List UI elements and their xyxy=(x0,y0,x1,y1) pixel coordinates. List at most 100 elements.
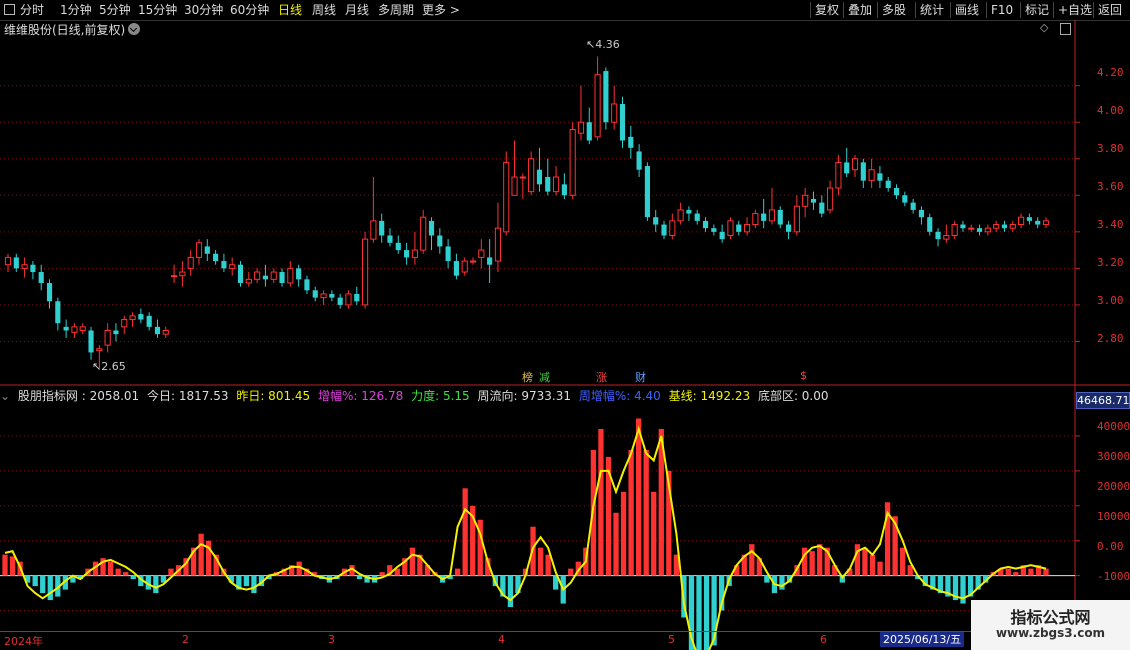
signal-line xyxy=(4,425,1047,650)
indicator-axis-tick: -10000 xyxy=(1097,570,1130,583)
indicator-axis-tick: 30000 xyxy=(1097,450,1130,463)
panel-toggle-icon[interactable] xyxy=(1060,23,1071,35)
indicator-bar xyxy=(900,547,906,576)
tab-fenshi[interactable]: 分时 xyxy=(20,2,44,18)
indicator-bar xyxy=(794,565,800,576)
watermark-title: 指标公式网 xyxy=(1010,608,1091,627)
candle-body xyxy=(428,220,435,236)
indicator-bar xyxy=(990,572,996,576)
indicator-bar xyxy=(590,449,597,576)
indicator-bar xyxy=(553,575,559,590)
date-axis-label: 2024年 xyxy=(4,635,43,648)
indicator-bar xyxy=(537,547,544,576)
event-tag-dollar[interactable]: $ xyxy=(800,369,807,382)
candle-body xyxy=(254,271,261,280)
candle-body xyxy=(893,187,900,196)
candle-body xyxy=(71,326,78,333)
tab-60min[interactable]: 60分钟 xyxy=(230,2,269,18)
add-watchlist-button[interactable]: +自选 xyxy=(1053,2,1096,18)
candle-body xyxy=(478,249,485,258)
overlay-button[interactable]: 叠加 xyxy=(843,2,876,18)
tab-weekly[interactable]: 周线 xyxy=(312,2,336,18)
chevron-down-icon[interactable]: ⌄ xyxy=(0,389,10,403)
indicator-bar xyxy=(349,565,355,576)
draw-line-button[interactable]: 画线 xyxy=(950,2,983,18)
indicator-bar xyxy=(266,575,272,580)
indicator-bar xyxy=(568,568,574,576)
stats-button[interactable]: 统计 xyxy=(915,2,948,18)
event-tag-zhang[interactable]: 涨 xyxy=(596,369,607,385)
f10-button[interactable]: F10 xyxy=(986,2,1017,18)
indicator-bar xyxy=(854,544,861,576)
candle-body xyxy=(287,267,294,284)
candle-body xyxy=(296,268,302,280)
indicator-bar xyxy=(432,572,438,576)
back-button[interactable]: 返回 xyxy=(1093,2,1126,18)
indicator-axis-tick: 40000 xyxy=(1097,420,1130,433)
candle-body xyxy=(786,224,792,232)
indicator-bar xyxy=(658,428,664,576)
tab-15min[interactable]: 15分钟 xyxy=(138,2,177,18)
indicator-bar xyxy=(605,456,612,576)
event-tag-cai[interactable]: 财 xyxy=(635,369,646,385)
indicator-bar xyxy=(809,551,815,576)
indicator-bar xyxy=(1013,572,1019,576)
candle-body xyxy=(279,272,285,283)
candle-body xyxy=(312,290,318,298)
candle-body xyxy=(694,213,700,221)
chevron-down-icon[interactable] xyxy=(128,23,140,35)
indicator-bar xyxy=(462,488,468,576)
candle-body xyxy=(96,348,103,352)
candle-body xyxy=(213,253,219,262)
mark-button[interactable]: 标记 xyxy=(1020,2,1053,18)
watermark-url: www.zbgs3.com xyxy=(995,626,1106,640)
indicator-bar xyxy=(741,554,747,576)
indicator-bar xyxy=(492,575,498,587)
indicator-bar xyxy=(394,568,400,576)
candle-body xyxy=(121,319,128,328)
indicator-bar xyxy=(507,575,514,608)
indicator-bar xyxy=(55,575,61,597)
multi-stock-button[interactable]: 多股 xyxy=(877,2,910,18)
indicator-bar xyxy=(206,540,212,576)
candle-body xyxy=(835,161,842,189)
tab-5min[interactable]: 5分钟 xyxy=(99,2,131,18)
price-axis-tick: 3.80 xyxy=(1097,142,1124,155)
candle-body xyxy=(619,103,626,141)
indicator-bar xyxy=(485,558,491,576)
event-tag-jian[interactable]: 减 xyxy=(539,369,550,385)
tab-1min[interactable]: 1分钟 xyxy=(60,2,92,18)
indicator-bar xyxy=(952,575,959,601)
indicator-bar xyxy=(273,572,280,576)
indicator-bar xyxy=(145,575,151,590)
diamond-icon[interactable]: ◇ xyxy=(1040,21,1048,34)
candlestick-chart[interactable] xyxy=(0,0,1130,650)
fuquan-button[interactable]: 复权 xyxy=(810,2,843,18)
price-low-annotation: ↖2.65 xyxy=(92,360,126,373)
tab-monthly[interactable]: 月线 xyxy=(345,2,369,18)
indicator-bar xyxy=(364,575,370,583)
indicator-bar xyxy=(598,428,604,576)
menu-square-icon[interactable] xyxy=(4,4,15,15)
indicator-bar xyxy=(628,449,634,576)
indicator-bar xyxy=(832,565,838,576)
candle-body xyxy=(702,220,709,229)
tab-30min[interactable]: 30分钟 xyxy=(184,2,223,18)
event-tag-bang[interactable]: 榜 xyxy=(522,369,533,385)
indicator-bar xyxy=(356,575,363,580)
indicator-bar xyxy=(153,575,159,594)
tab-more[interactable]: 更多 > xyxy=(422,2,460,18)
indicator-bar xyxy=(983,575,989,583)
indicator-bar xyxy=(439,575,446,583)
tab-daily[interactable]: 日线 xyxy=(278,2,302,18)
candle-body xyxy=(46,282,53,302)
indicator-bar xyxy=(326,575,333,583)
candle-body xyxy=(719,231,725,240)
candle-body xyxy=(644,166,650,218)
candle-body xyxy=(154,326,161,335)
tab-multi-period[interactable]: 多周期 xyxy=(378,2,414,18)
candle-body xyxy=(171,275,178,278)
candle-body xyxy=(827,187,834,211)
indicator-bar xyxy=(967,575,974,597)
indicator-axis-tick: 0.00 xyxy=(1097,540,1124,553)
